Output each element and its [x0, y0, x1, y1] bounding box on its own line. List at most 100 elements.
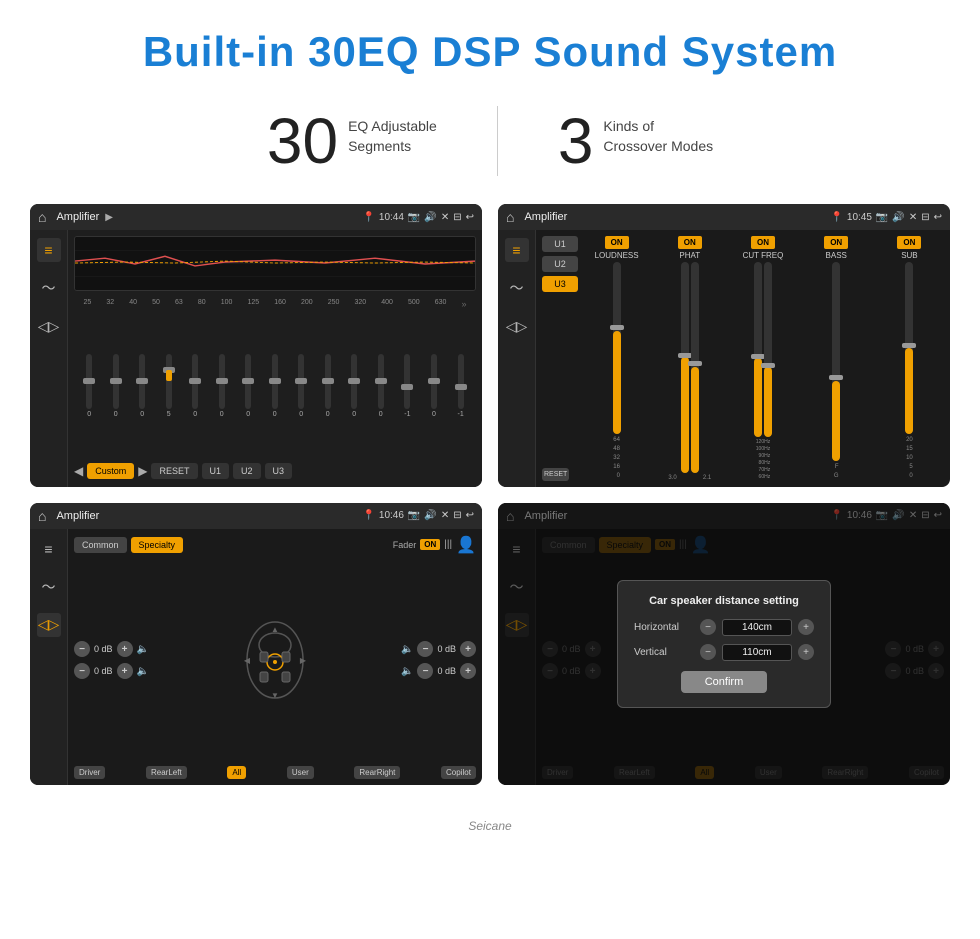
- horizontal-plus[interactable]: +: [798, 619, 814, 635]
- bass-slider[interactable]: [832, 262, 840, 461]
- vol-fr-minus[interactable]: −: [417, 641, 433, 657]
- copilot-btn[interactable]: Copilot: [441, 766, 476, 779]
- slider-25[interactable]: 0: [86, 354, 92, 418]
- reset-btn[interactable]: RESET: [151, 463, 197, 479]
- eq-icon-3[interactable]: ≡: [37, 537, 61, 561]
- slider-50[interactable]: 5: [166, 354, 172, 418]
- vol-rl-plus[interactable]: +: [117, 663, 133, 679]
- camera-icon-3: 📷: [408, 510, 420, 521]
- custom-btn[interactable]: Custom: [87, 463, 134, 479]
- slider-80[interactable]: 0: [219, 354, 225, 418]
- speaker-icon-3[interactable]: ◁▷: [37, 613, 61, 637]
- left-sidebar-2: ≡ 〜 ◁▷: [498, 230, 536, 487]
- close-icon[interactable]: ✕: [441, 212, 449, 223]
- dsp-phat: ON PHAT: [655, 236, 724, 481]
- preset-u3[interactable]: U3: [542, 276, 578, 292]
- back-icon-3[interactable]: ↩: [466, 510, 474, 521]
- wave-icon-3[interactable]: 〜: [37, 575, 61, 599]
- preset-u1[interactable]: U1: [542, 236, 578, 252]
- time-2: 10:45: [847, 212, 872, 223]
- vertical-label: Vertical: [634, 647, 694, 658]
- slider-125[interactable]: 0: [272, 354, 278, 418]
- sub-on[interactable]: ON: [897, 236, 921, 249]
- back-icon-2[interactable]: ↩: [934, 212, 942, 223]
- next-icon[interactable]: ▶: [138, 464, 147, 478]
- volume-icon-3[interactable]: 🔊: [424, 510, 436, 521]
- screen-icon-3[interactable]: ⊟: [453, 510, 461, 521]
- vol-rl-val: 0 dB: [94, 666, 113, 676]
- phat-slider-l[interactable]: [681, 262, 689, 473]
- slider-40[interactable]: 0: [139, 354, 145, 418]
- driver-btn[interactable]: Driver: [74, 766, 105, 779]
- cutfreq-slider-l[interactable]: [754, 262, 762, 437]
- volume-icon-2[interactable]: 🔊: [892, 212, 904, 223]
- vol-rl-minus[interactable]: −: [74, 663, 90, 679]
- close-icon-2[interactable]: ✕: [909, 212, 917, 223]
- u2-btn[interactable]: U2: [233, 463, 261, 479]
- vol-fl-plus[interactable]: +: [117, 641, 133, 657]
- loudness-slider[interactable]: [613, 262, 621, 434]
- vertical-plus[interactable]: +: [798, 644, 814, 660]
- close-icon-3[interactable]: ✕: [441, 510, 449, 521]
- slider-63[interactable]: 0: [192, 354, 198, 418]
- bass-vals: FG: [834, 463, 839, 481]
- cutfreq-sliders: [754, 262, 772, 437]
- volume-icon[interactable]: 🔊: [424, 212, 436, 223]
- cutfreq-slider-r[interactable]: [764, 262, 772, 437]
- freq-200: 200: [301, 299, 313, 309]
- vol-fl-minus[interactable]: −: [74, 641, 90, 657]
- specialty-btn[interactable]: Specialty: [131, 537, 184, 553]
- slider-200[interactable]: 0: [325, 354, 331, 418]
- home-icon-3[interactable]: ⌂: [38, 508, 46, 524]
- home-icon[interactable]: ⌂: [38, 209, 46, 225]
- phat-slider-r[interactable]: [691, 262, 699, 473]
- rearright-btn[interactable]: RearRight: [354, 766, 400, 779]
- horizontal-minus[interactable]: −: [700, 619, 716, 635]
- vol-rr-plus[interactable]: +: [460, 663, 476, 679]
- reset-btn-dsp[interactable]: RESET: [542, 468, 569, 481]
- speaker-icon-side[interactable]: ◁▷: [37, 314, 61, 338]
- rearleft-btn[interactable]: RearLeft: [146, 766, 187, 779]
- vol-rr-minus[interactable]: −: [417, 663, 433, 679]
- slider-250[interactable]: 0: [351, 354, 357, 418]
- u1-btn[interactable]: U1: [202, 463, 230, 479]
- vol-fr-plus[interactable]: +: [460, 641, 476, 657]
- screen-icon[interactable]: ⊟: [453, 212, 461, 223]
- slider-400[interactable]: -1: [404, 354, 410, 418]
- back-icon[interactable]: ↩: [466, 212, 474, 223]
- eq-icon[interactable]: ≡: [37, 238, 61, 262]
- slider-630[interactable]: -1: [457, 354, 463, 418]
- phat-on[interactable]: ON: [678, 236, 702, 249]
- horizontal-input[interactable]: [722, 619, 792, 636]
- vertical-input[interactable]: [722, 644, 792, 661]
- slider-500[interactable]: 0: [431, 354, 437, 418]
- all-btn[interactable]: All: [227, 766, 246, 779]
- speaker-top-btns: Common Specialty Fader ON ||| 👤: [74, 535, 476, 555]
- slider-320[interactable]: 0: [378, 354, 384, 418]
- slider-100[interactable]: 0: [245, 354, 251, 418]
- home-icon-2[interactable]: ⌂: [506, 209, 514, 225]
- dsp-loudness: ON LOUDNESS 644832160: [582, 236, 651, 481]
- slider-32[interactable]: 0: [113, 354, 119, 418]
- wave-icon[interactable]: 〜: [37, 276, 61, 300]
- slider-160[interactable]: 0: [298, 354, 304, 418]
- location-icon-2: 📍: [830, 212, 842, 223]
- fader-bars: |||: [444, 539, 452, 550]
- play-icon[interactable]: ▶: [105, 212, 113, 223]
- wave-icon-2[interactable]: 〜: [505, 276, 529, 300]
- sub-slider[interactable]: [905, 262, 913, 434]
- confirm-button[interactable]: Confirm: [681, 671, 768, 693]
- speaker-icon-2[interactable]: ◁▷: [505, 314, 529, 338]
- screen-icon-2[interactable]: ⊟: [921, 212, 929, 223]
- u3-btn[interactable]: U3: [265, 463, 293, 479]
- eq-icon-2[interactable]: ≡: [505, 238, 529, 262]
- loudness-on[interactable]: ON: [605, 236, 629, 249]
- cutfreq-on[interactable]: ON: [751, 236, 775, 249]
- common-btn[interactable]: Common: [74, 537, 127, 553]
- vertical-minus[interactable]: −: [700, 644, 716, 660]
- user-btn[interactable]: User: [287, 766, 314, 779]
- bass-on[interactable]: ON: [824, 236, 848, 249]
- prev-icon[interactable]: ◀: [74, 464, 83, 478]
- stat-modes-number: 3: [558, 109, 594, 173]
- preset-u2[interactable]: U2: [542, 256, 578, 272]
